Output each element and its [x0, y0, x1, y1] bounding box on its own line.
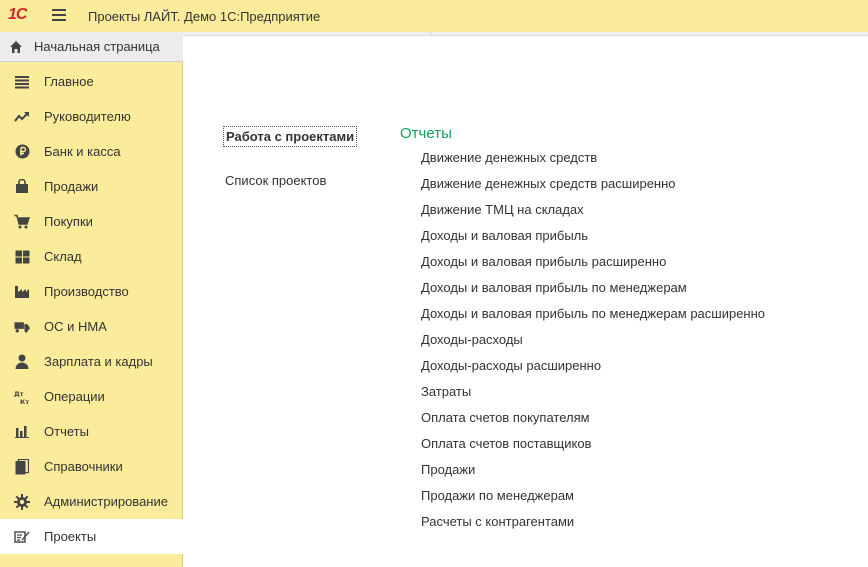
sidebar-item-label: Склад: [44, 249, 82, 264]
sidebar-item-admin[interactable]: Администрирование: [0, 484, 183, 519]
report-link[interactable]: Доходы и валовая прибыль по менеджерам р…: [421, 304, 765, 330]
report-link[interactable]: Доходы и валовая прибыль по менеджерам: [421, 278, 765, 304]
sidebar-item-sales[interactable]: Продажи: [0, 169, 183, 204]
sections-list: Главное Руководителю Банк и касса Продаж…: [0, 64, 184, 554]
sidebar-item-label: Продажи: [44, 179, 99, 194]
sidebar-item-label: Проекты: [44, 529, 97, 544]
books-icon: [14, 458, 30, 475]
report-link[interactable]: Оплата счетов поставщиков: [421, 434, 765, 460]
report-link[interactable]: Продажи по менеджерам: [421, 486, 765, 512]
person-icon: [14, 354, 30, 370]
sidebar-item-label: ОС и НМА: [44, 319, 107, 334]
sidebar-item-label: Начальная страница: [34, 39, 160, 54]
sidebar-item-home[interactable]: Начальная страница: [0, 32, 183, 62]
sidebar-item-assets[interactable]: ОС и НМА: [0, 309, 183, 344]
dt-kt-icon: Дт Кт: [14, 389, 30, 405]
bar-chart-icon: [14, 424, 30, 440]
ruble-icon: [14, 144, 30, 160]
hamburger-icon-bar: [52, 9, 66, 11]
section-navigation: Работа с проектами Список проектов: [223, 126, 358, 188]
projects-list-link[interactable]: Список проектов: [223, 173, 357, 188]
report-link[interactable]: Доходы-расходы расширенно: [421, 356, 765, 382]
sidebar-item-label: Банк и касса: [44, 144, 121, 159]
report-link[interactable]: Расчеты с контрагентами: [421, 512, 765, 538]
sidebar-item-main[interactable]: Главное: [0, 64, 183, 99]
sidebar-item-warehouse[interactable]: Склад: [0, 239, 183, 274]
cart-icon: [14, 214, 30, 230]
sidebar-item-production[interactable]: Производство: [0, 274, 183, 309]
main-menu-button[interactable]: [52, 9, 66, 21]
sections-panel: Начальная страница Главное Руководителю …: [0, 32, 184, 567]
truck-icon: [14, 319, 30, 335]
report-link[interactable]: Движение денежных средств расширенно: [421, 174, 765, 200]
home-icon: [10, 40, 22, 53]
sidebar-item-label: Зарплата и кадры: [44, 354, 153, 369]
factory-icon: [14, 284, 30, 300]
window-title: Проекты ЛАЙТ. Демо 1С:Предприятие: [88, 9, 321, 24]
list-icon: [14, 74, 30, 90]
sidebar-item-label: Главное: [44, 74, 94, 89]
projects-work-link[interactable]: Работа с проектами: [223, 126, 358, 147]
title-bar: 1С Проекты ЛАЙТ. Демо 1С:Предприятие: [0, 0, 868, 32]
sidebar-item-operations[interactable]: Дт Кт Операции: [0, 379, 183, 414]
hamburger-icon-bar: [52, 19, 66, 21]
projects-icon: [14, 529, 30, 545]
sidebar-item-label: Руководителю: [44, 109, 131, 124]
sidebar-item-purchases[interactable]: Покупки: [0, 204, 183, 239]
app-logo[interactable]: 1С: [8, 6, 27, 24]
report-link[interactable]: Движение ТМЦ на складах: [421, 200, 765, 226]
reports-list: Движение денежных средств Движение денеж…: [400, 148, 765, 538]
reports-group: Отчеты Движение денежных средств Движени…: [400, 125, 765, 538]
report-link[interactable]: Доходы и валовая прибыль: [421, 226, 765, 252]
sidebar-item-label: Администрирование: [44, 494, 168, 509]
reports-heading: Отчеты: [400, 125, 452, 142]
hamburger-icon-bar: [52, 14, 66, 16]
svg-text:Кт: Кт: [20, 398, 29, 405]
report-link[interactable]: Доходы и валовая прибыль расширенно: [421, 252, 765, 278]
sidebar-item-label: Покупки: [44, 214, 93, 229]
svg-text:Дт: Дт: [14, 390, 24, 398]
report-link[interactable]: Затраты: [421, 382, 765, 408]
sidebar-item-manager[interactable]: Руководителю: [0, 99, 183, 134]
report-link[interactable]: Движение денежных средств: [421, 148, 765, 174]
sidebar-item-label: Справочники: [44, 459, 123, 474]
report-link[interactable]: Доходы-расходы: [421, 330, 765, 356]
sidebar-item-salary[interactable]: Зарплата и кадры: [0, 344, 183, 379]
sidebar-item-projects[interactable]: Проекты: [0, 519, 184, 554]
gear-icon: [14, 493, 30, 510]
sidebar-item-label: Производство: [44, 284, 129, 299]
trend-icon: [14, 109, 30, 125]
report-link[interactable]: Продажи: [421, 460, 765, 486]
report-link[interactable]: Оплата счетов покупателям: [421, 408, 765, 434]
sidebar-item-label: Отчеты: [44, 424, 89, 439]
sidebar-item-reports[interactable]: Отчеты: [0, 414, 183, 449]
grid-icon: [14, 249, 30, 265]
section-content: Работа с проектами Список проектов Отчет…: [183, 36, 868, 567]
bag-icon: [14, 179, 30, 195]
sidebar-item-bank[interactable]: Банк и касса: [0, 134, 183, 169]
sidebar-item-label: Операции: [44, 389, 105, 404]
sidebar-item-directories[interactable]: Справочники: [0, 449, 183, 484]
